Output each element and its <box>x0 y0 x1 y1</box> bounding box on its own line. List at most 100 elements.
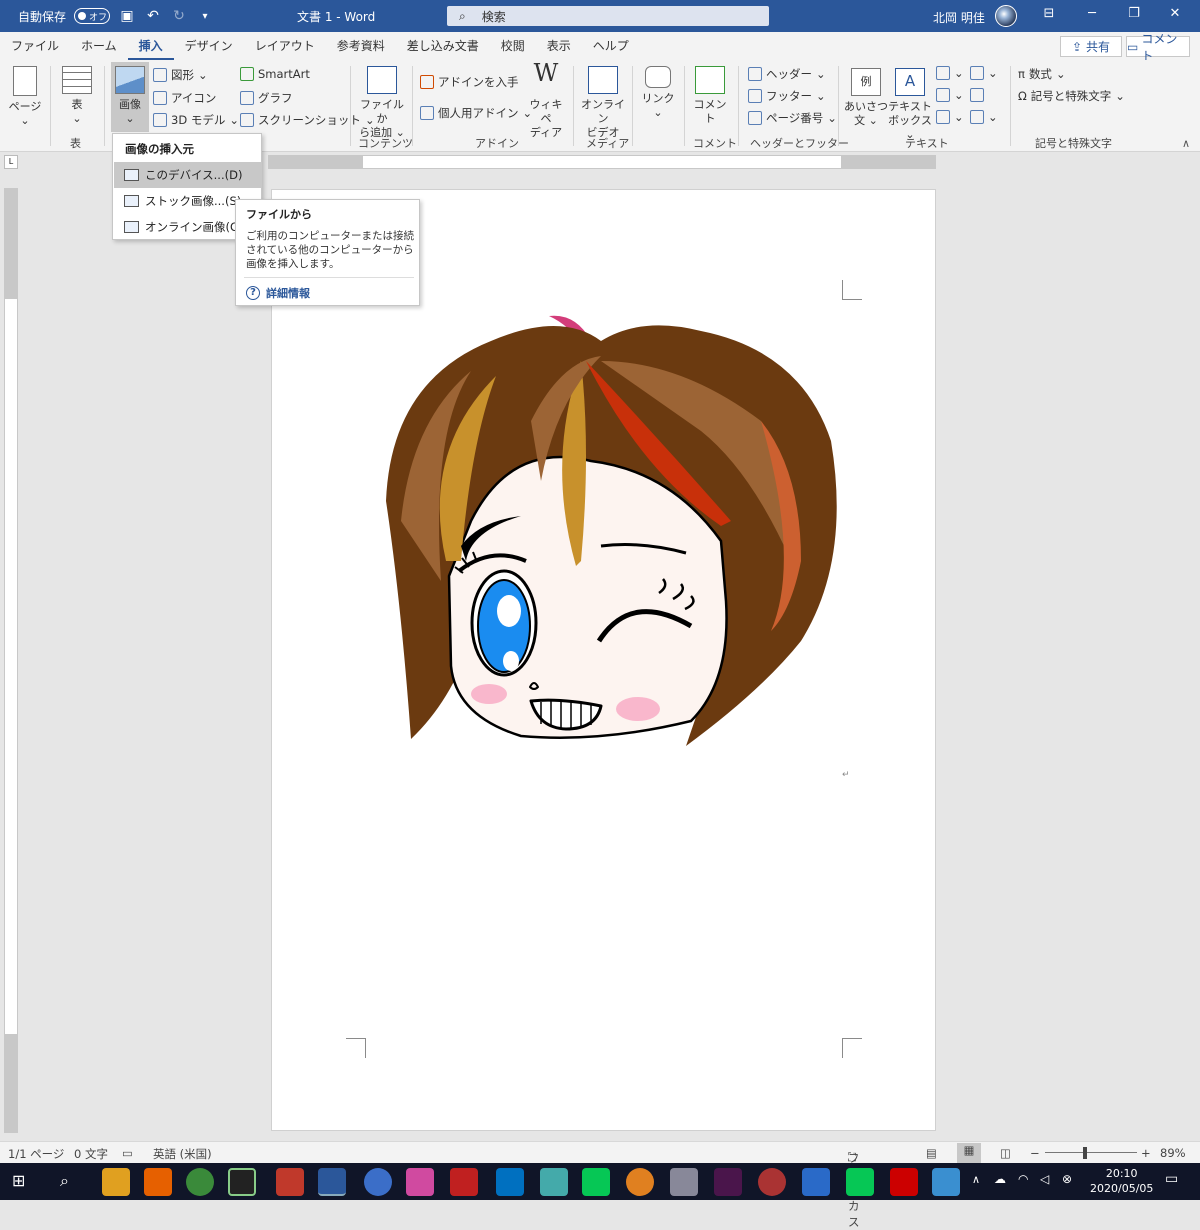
tab-0[interactable]: ファイル <box>0 32 70 60</box>
vertical-ruler[interactable] <box>4 188 18 1133</box>
line-icon[interactable] <box>582 1168 610 1196</box>
app-icon[interactable] <box>450 1168 478 1196</box>
zoom-level[interactable]: 89% <box>1160 1146 1186 1160</box>
chart-button[interactable]: グラフ <box>240 90 293 106</box>
screenshot-button[interactable]: スクリーンショット ⌄ <box>240 112 375 128</box>
symbol-button[interactable]: Ω 記号と特殊文字 ⌄ <box>1018 88 1125 104</box>
wikipedia-button[interactable]: W ウィキペ ディア <box>526 61 566 140</box>
wifi-icon[interactable]: ◠ <box>1018 1172 1028 1186</box>
notifications-icon[interactable]: ▭ <box>1165 1171 1178 1187</box>
app-icon[interactable] <box>802 1168 830 1196</box>
document-page[interactable]: ↵ <box>271 189 936 1131</box>
app-icon[interactable] <box>406 1168 434 1196</box>
read-mode-icon[interactable]: ▤ <box>926 1146 937 1160</box>
user-name[interactable]: 北岡 明佳 <box>933 9 985 26</box>
app-icon[interactable] <box>626 1168 654 1196</box>
online-video-button[interactable]: オンライン ビデオ <box>580 66 626 140</box>
tab-7[interactable]: 校閲 <box>490 32 536 60</box>
volume-icon[interactable]: ◁ <box>1040 1172 1049 1186</box>
avatar[interactable] <box>995 5 1017 27</box>
object-icon[interactable]: ⌄ <box>970 110 998 124</box>
new-comment-button[interactable]: コメント <box>690 66 730 126</box>
app-icon[interactable] <box>758 1168 786 1196</box>
collapse-ribbon-icon[interactable]: ∧ <box>1182 137 1190 150</box>
web-layout-icon[interactable]: ◫ <box>1000 1146 1011 1160</box>
slack-icon[interactable] <box>714 1168 742 1196</box>
file-explorer-icon[interactable] <box>102 1168 130 1196</box>
header-button[interactable]: ヘッダー ⌄ <box>748 66 826 82</box>
app-icon[interactable] <box>364 1168 392 1196</box>
share-button[interactable]: ⇪ 共有 <box>1060 36 1122 57</box>
maximize-icon[interactable]: ❐ <box>1122 6 1146 26</box>
greeting-button[interactable]: 例 あいさつ文 ⌄ <box>844 68 888 128</box>
customize-qat-icon[interactable]: ▾ <box>196 7 214 25</box>
word-count[interactable]: 0 文字 <box>74 1146 108 1162</box>
tab-2[interactable]: 挿入 <box>127 32 174 60</box>
save-icon[interactable]: ▣ <box>118 7 136 25</box>
textbox-button[interactable]: A テキスト ボックス ⌄ <box>888 68 932 142</box>
tab-8[interactable]: 表示 <box>536 32 582 60</box>
date-time-icon[interactable] <box>970 88 984 102</box>
search-box[interactable]: ⌕ 検索 <box>447 6 769 26</box>
line-icon[interactable] <box>846 1168 874 1196</box>
pages-button[interactable]: ページ ⌄ <box>8 66 42 128</box>
comments-button[interactable]: ▭ コメント <box>1126 32 1190 63</box>
icons-button[interactable]: アイコン <box>153 90 216 106</box>
app-icon[interactable] <box>540 1168 568 1196</box>
table-button[interactable]: 表 ⌄ <box>60 66 94 126</box>
system-clock[interactable]: 20:10 2020/05/05 <box>1090 1166 1153 1196</box>
windows-start-icon[interactable]: ⊞ <box>12 1171 25 1190</box>
tab-selector[interactable]: L <box>4 155 18 169</box>
photos-icon[interactable] <box>932 1168 960 1196</box>
tab-3[interactable]: デザイン <box>174 32 244 60</box>
signature-line-icon[interactable]: ⌄ <box>970 66 998 80</box>
3d-models-button[interactable]: 3D モデル ⌄ <box>153 112 239 128</box>
menu-item-this-device[interactable]: このデバイス...(D) <box>114 162 262 188</box>
horizontal-ruler[interactable] <box>268 155 936 169</box>
anime-girl-illustration[interactable] <box>272 190 937 1132</box>
redo-icon[interactable]: ↻ <box>170 7 188 25</box>
proofing-icon[interactable]: ▭ <box>122 1146 133 1160</box>
tab-1[interactable]: ホーム <box>70 32 128 60</box>
my-addins-button[interactable]: 個人用アドイン ⌄ <box>420 105 532 121</box>
link-button[interactable]: リンク ⌄ <box>640 66 676 120</box>
drop-cap-icon[interactable]: ⌄ <box>936 110 964 124</box>
tab-9[interactable]: ヘルプ <box>582 32 640 60</box>
wordart-icon[interactable]: ⌄ <box>936 88 964 102</box>
tooltip-more-info-link[interactable]: ? 詳細情報 <box>246 285 310 301</box>
app-icon[interactable] <box>276 1168 304 1196</box>
add-from-file-button[interactable]: ファイルか ら追加 ⌄ <box>358 66 406 140</box>
equation-button[interactable]: π 数式 ⌄ <box>1018 66 1066 82</box>
acrobat-icon[interactable] <box>890 1168 918 1196</box>
tab-6[interactable]: 差し込み文書 <box>396 32 490 60</box>
close-icon[interactable]: ✕ <box>1163 6 1187 26</box>
page-count[interactable]: 1/1 ページ <box>8 1146 64 1162</box>
smartart-button[interactable]: SmartArt <box>240 67 310 81</box>
shapes-button[interactable]: 図形 ⌄ <box>153 67 208 83</box>
image-button[interactable]: 画像 ⌄ <box>111 62 149 132</box>
outlook-icon[interactable] <box>496 1168 524 1196</box>
no-signal-icon[interactable]: ⊗ <box>1062 1172 1072 1186</box>
search-icon[interactable]: ⌕ <box>60 1171 69 1191</box>
zoom-in-icon[interactable]: + <box>1141 1146 1151 1160</box>
autosave-toggle[interactable]: オフ <box>74 8 111 24</box>
print-layout-icon[interactable]: ▦ <box>957 1143 981 1163</box>
zoom-slider-thumb[interactable] <box>1083 1147 1087 1159</box>
firefox-icon[interactable] <box>144 1168 172 1196</box>
word-icon[interactable] <box>318 1168 346 1196</box>
page-number-button[interactable]: ページ番号 ⌄ <box>748 110 837 126</box>
undo-icon[interactable]: ↶ <box>144 7 162 25</box>
tab-5[interactable]: 参考資料 <box>326 32 396 60</box>
chrome-icon[interactable] <box>186 1168 214 1196</box>
onedrive-icon[interactable]: ☁ <box>994 1172 1006 1186</box>
zoom-slider[interactable] <box>1045 1152 1137 1153</box>
footer-button[interactable]: フッター ⌄ <box>748 88 826 104</box>
zoom-out-icon[interactable]: − <box>1030 1146 1040 1160</box>
app-icon[interactable] <box>670 1168 698 1196</box>
minimize-icon[interactable]: ─ <box>1080 6 1104 26</box>
tab-4[interactable]: レイアウト <box>244 32 326 60</box>
get-addins-button[interactable]: アドインを入手 <box>420 74 519 90</box>
app-icon[interactable] <box>228 1168 256 1196</box>
ribbon-display-options-icon[interactable]: ⊟ <box>1037 6 1061 26</box>
tray-chevron-icon[interactable]: ∧ <box>972 1173 980 1186</box>
